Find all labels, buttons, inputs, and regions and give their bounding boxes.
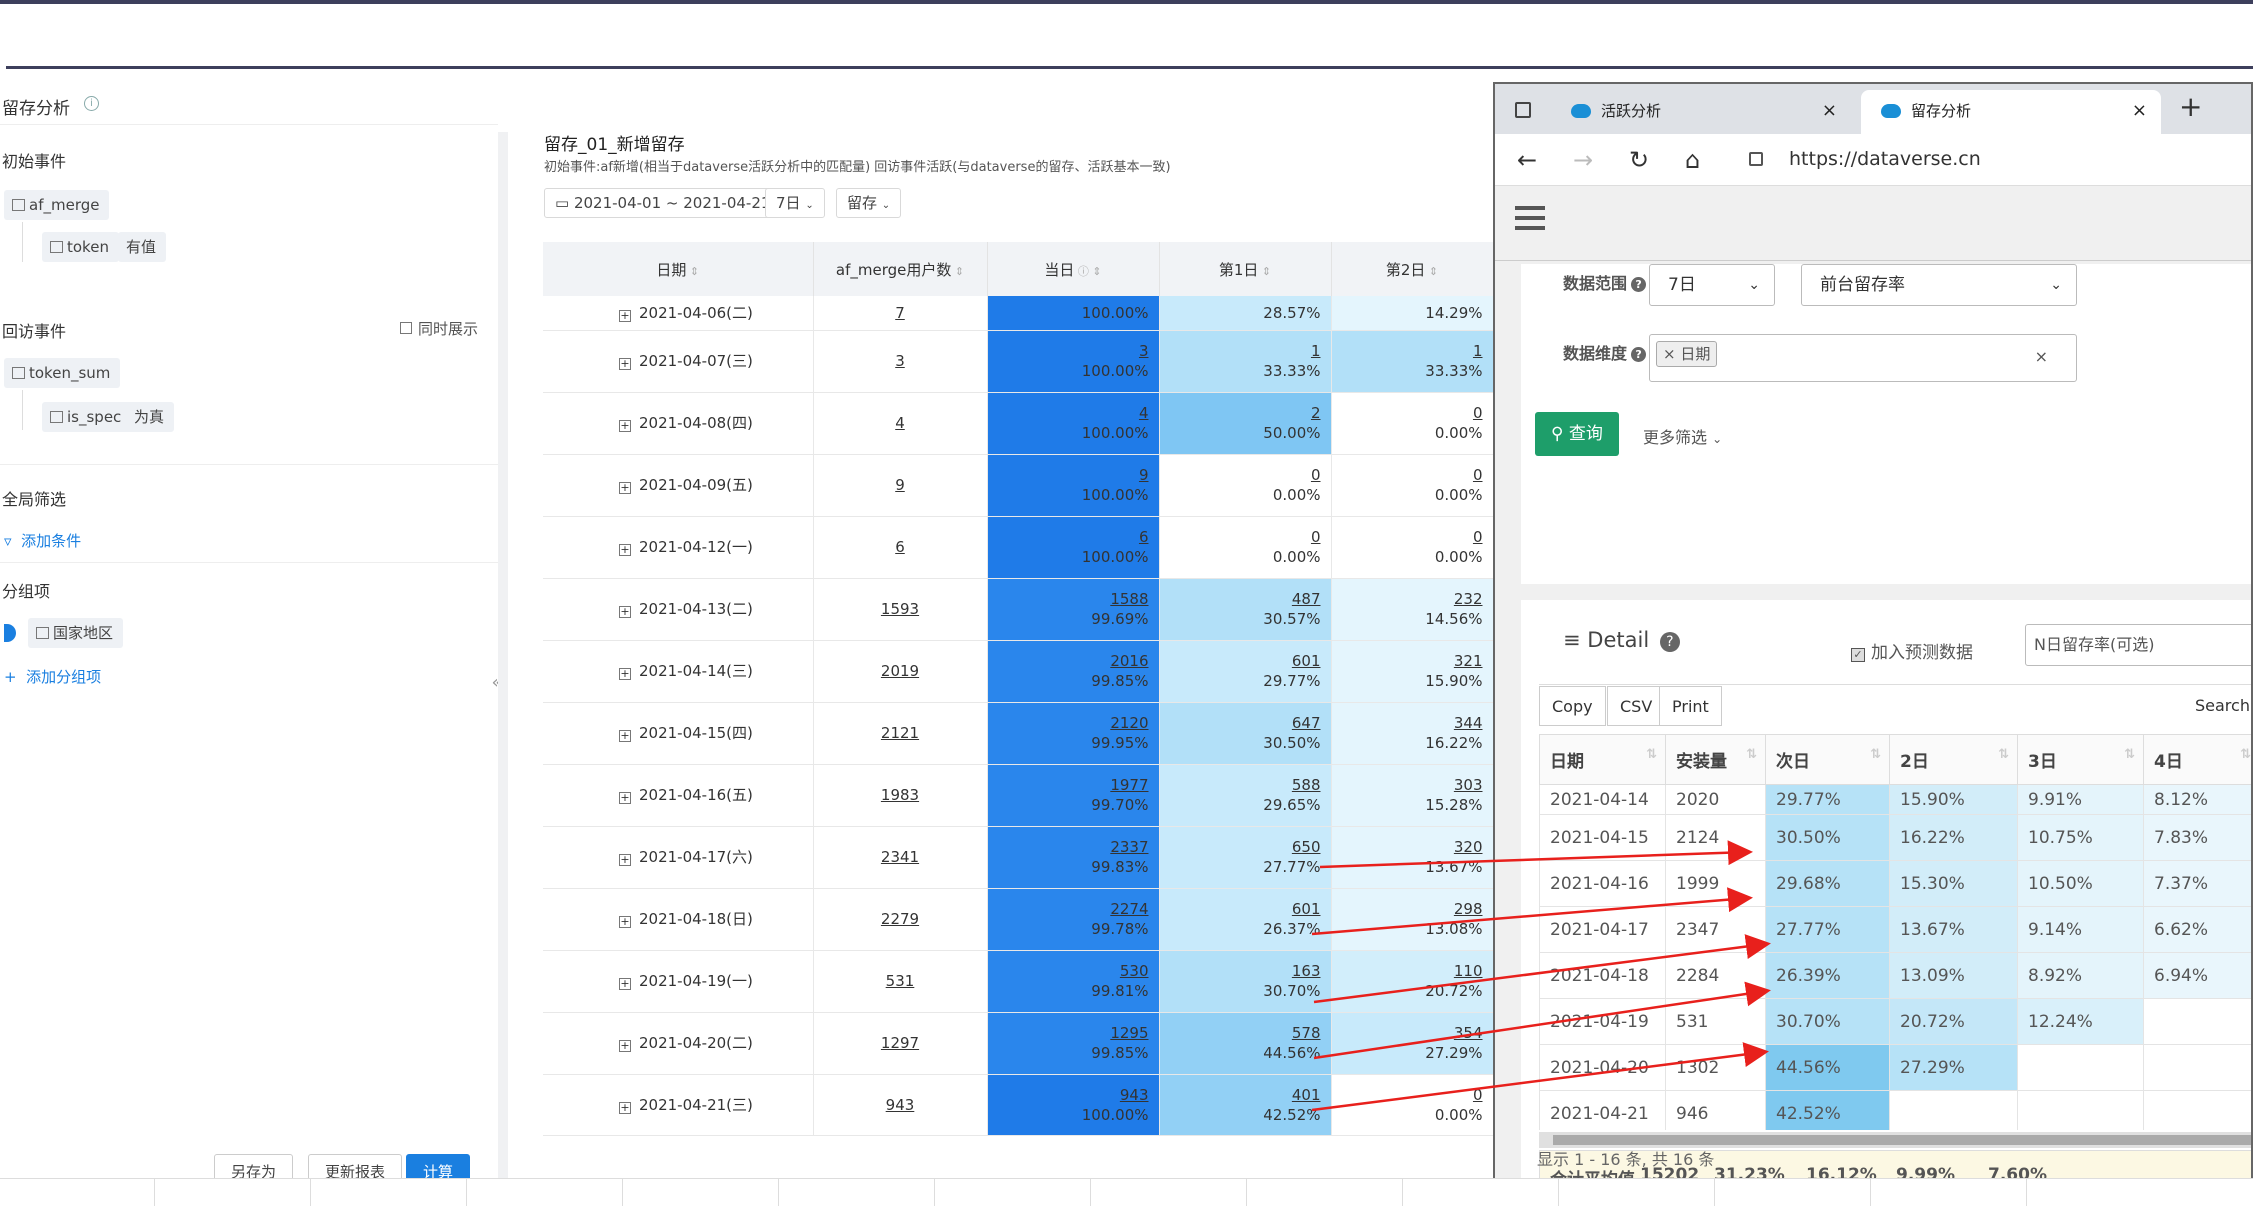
arrow-0420 xyxy=(1314,991,1766,1058)
arrow-0418 xyxy=(1312,898,1748,934)
arrow-0421 xyxy=(1312,1052,1764,1110)
annotation-arrows xyxy=(0,0,2253,1205)
bottom-strip xyxy=(0,1178,2253,1205)
arrow-0419 xyxy=(1314,944,1766,1002)
arrow-0417 xyxy=(1320,852,1748,867)
